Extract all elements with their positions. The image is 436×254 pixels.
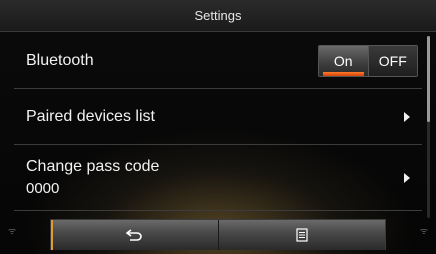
change-passcode-row[interactable]: Change pass code 0000	[14, 145, 422, 211]
bluetooth-row: Bluetooth On OFF	[14, 33, 422, 89]
back-button[interactable]	[51, 220, 219, 250]
bluetooth-toggle[interactable]: On OFF	[318, 45, 418, 77]
scrollbar[interactable]	[427, 36, 430, 218]
bottom-bar	[50, 219, 386, 250]
chevron-right-icon	[404, 172, 410, 183]
chevron-right-icon	[404, 111, 410, 122]
scrollbar-thumb[interactable]	[427, 36, 430, 122]
bluetooth-label: Bluetooth	[26, 51, 94, 69]
bluetooth-off-option[interactable]: OFF	[368, 46, 417, 76]
menu-list-icon	[296, 228, 308, 242]
settings-list: Bluetooth On OFF Paired devices list Cha…	[14, 33, 422, 211]
bluetooth-on-option[interactable]: On	[319, 46, 368, 76]
page-title: Settings	[194, 8, 242, 23]
paired-devices-row[interactable]: Paired devices list	[14, 89, 422, 145]
title-bar: Settings	[0, 0, 436, 32]
back-arrow-icon	[126, 229, 143, 241]
settings-screen: Settings Bluetooth On OFF Paired devices…	[0, 0, 436, 254]
menu-button[interactable]	[218, 220, 385, 250]
paired-devices-label: Paired devices list	[26, 107, 155, 125]
passcode-value: 0000	[26, 180, 60, 197]
change-passcode-label: Change pass code	[26, 158, 160, 175]
signal-icon: ᯤ	[419, 226, 428, 236]
bluetooth-off-label: OFF	[378, 53, 407, 69]
signal-icon: ᯤ	[8, 226, 17, 236]
bluetooth-on-label: On	[333, 53, 353, 69]
